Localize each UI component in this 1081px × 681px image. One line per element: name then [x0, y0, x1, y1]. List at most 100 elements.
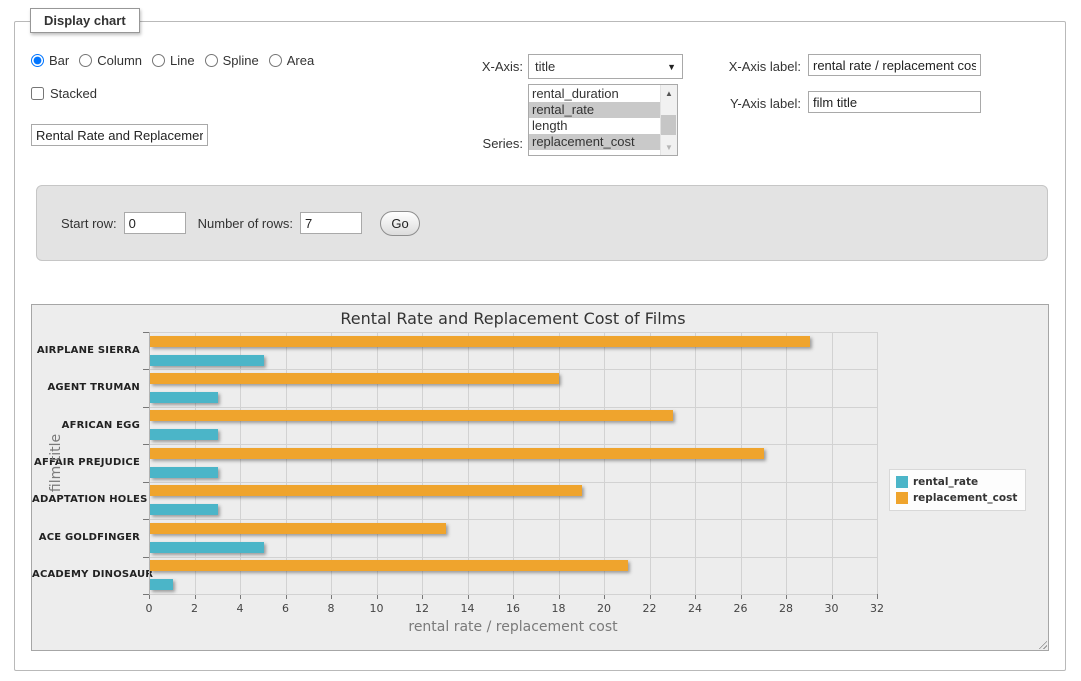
bar-replacement_cost[interactable]: [150, 410, 673, 421]
legend-item-replacement_cost[interactable]: replacement_cost: [896, 490, 1017, 506]
legend-swatch-icon: [896, 476, 908, 488]
y-axis-label-input[interactable]: [808, 91, 981, 113]
bar-replacement_cost[interactable]: [150, 373, 559, 384]
legend-item-rental_rate[interactable]: rental_rate: [896, 474, 1017, 490]
radio-item-bar: Bar: [31, 53, 69, 68]
series-option-rental_rate[interactable]: rental_rate: [529, 102, 660, 118]
x-tick-label: 20: [589, 602, 619, 615]
bar-rental_rate[interactable]: [150, 504, 218, 515]
gridline: [377, 332, 378, 594]
display-chart-fieldset: Display chart Bar Column Line Spline Are…: [14, 21, 1066, 671]
bar-rental_rate[interactable]: [150, 355, 264, 366]
chart-type-radio-area[interactable]: [269, 54, 282, 67]
x-tick-label: 2: [180, 602, 210, 615]
bar-replacement_cost[interactable]: [150, 448, 764, 459]
series-options: rental_durationrental_ratelengthreplacem…: [529, 85, 660, 155]
radio-item-area: Area: [269, 53, 314, 68]
x-tick-label: 26: [726, 602, 756, 615]
bar-replacement_cost[interactable]: [150, 560, 628, 571]
series-option-length[interactable]: length: [529, 118, 660, 134]
chart-type-radio-column[interactable]: [79, 54, 92, 67]
gridline: [695, 332, 696, 594]
num-rows-input[interactable]: [300, 212, 362, 234]
x-tick-label: 16: [498, 602, 528, 615]
bar-replacement_cost[interactable]: [150, 485, 582, 496]
gridline: [149, 519, 877, 520]
bar-rental_rate[interactable]: [150, 579, 173, 590]
radio-item-spline: Spline: [205, 53, 259, 68]
gridline: [149, 332, 877, 333]
legend-swatch-icon: [896, 492, 908, 504]
bar-rental_rate[interactable]: [150, 467, 218, 478]
legend-label: replacement_cost: [913, 492, 1017, 504]
x-tick-label: 6: [271, 602, 301, 615]
bar-rental_rate[interactable]: [150, 429, 218, 440]
gridline: [149, 369, 877, 370]
category-label: ACADEMY DINOSAUR: [32, 569, 140, 580]
gridline: [149, 482, 877, 483]
y-axis-line: [149, 332, 150, 595]
gridline: [422, 332, 423, 594]
x-axis-select-value: title: [535, 59, 667, 74]
chart-type-radio-bar[interactable]: [31, 54, 44, 67]
gridline: [559, 332, 560, 594]
gridline: [149, 444, 877, 445]
series-option-rental_duration[interactable]: rental_duration: [529, 86, 660, 102]
fieldset-legend: Display chart: [30, 8, 140, 33]
x-tick-label: 4: [225, 602, 255, 615]
category-label: AFRICAN EGG: [32, 420, 140, 431]
x-tick-label: 32: [862, 602, 892, 615]
gridline: [877, 332, 878, 594]
series-option-replacement_cost[interactable]: replacement_cost: [529, 134, 660, 150]
x-axis-select-label: X-Axis:: [415, 59, 523, 74]
start-row-label: Start row:: [61, 216, 117, 231]
gridline: [786, 332, 787, 594]
gridline: [650, 332, 651, 594]
gridline: [240, 332, 241, 594]
gridline: [149, 407, 877, 408]
go-button[interactable]: Go: [380, 211, 420, 236]
category-label: AIRPLANE SIERRA: [32, 345, 140, 356]
row-controls-panel: Start row: Number of rows: Go: [36, 185, 1048, 261]
gridline: [149, 557, 877, 558]
legend-label: rental_rate: [913, 476, 978, 488]
bar-replacement_cost[interactable]: [150, 336, 810, 347]
stacked-checkbox[interactable]: [31, 87, 44, 100]
gridline: [513, 332, 514, 594]
category-label: AGENT TRUMAN: [32, 382, 140, 393]
x-tick-label: 22: [635, 602, 665, 615]
bar-replacement_cost[interactable]: [150, 523, 446, 534]
gridline: [286, 332, 287, 594]
scrollbar-thumb[interactable]: [661, 115, 676, 135]
chart-type-radio-line[interactable]: [152, 54, 165, 67]
x-tick-label: 0: [134, 602, 164, 615]
gridline: [195, 332, 196, 594]
x-tick-label: 14: [453, 602, 483, 615]
chart-type-label-line: Line: [170, 53, 195, 68]
x-tick-label: 28: [771, 602, 801, 615]
category-label: ADAPTATION HOLES: [32, 494, 140, 505]
x-axis-title: rental rate / replacement cost: [149, 619, 877, 635]
scroll-down-icon[interactable]: ▼: [661, 139, 677, 155]
chart-type-radio-spline[interactable]: [205, 54, 218, 67]
bar-rental_rate[interactable]: [150, 392, 218, 403]
gridline: [331, 332, 332, 594]
bar-rental_rate[interactable]: [150, 542, 264, 553]
chart-type-radio-group: Bar Column Line Spline Area: [31, 53, 320, 68]
start-row-input[interactable]: [124, 212, 186, 234]
x-axis-label-caption: X-Axis label:: [655, 59, 801, 74]
chart-container: Rental Rate and Replacement Cost of Film…: [31, 304, 1049, 651]
radio-item-line: Line: [152, 53, 195, 68]
y-axis-label-caption: Y-Axis label:: [655, 96, 801, 111]
num-rows-label: Number of rows:: [198, 216, 293, 231]
chart-type-label-bar: Bar: [49, 53, 69, 68]
chart-type-label-area: Area: [287, 53, 314, 68]
x-axis-label-input[interactable]: [808, 54, 981, 76]
x-tick-mark: [877, 594, 878, 599]
x-tick-label: 30: [817, 602, 847, 615]
gridline: [604, 332, 605, 594]
gridline: [149, 594, 877, 595]
chart-title-input[interactable]: [31, 124, 208, 146]
series-listbox[interactable]: rental_durationrental_ratelengthreplacem…: [528, 84, 678, 156]
chart-legend: rental_rate replacement_cost: [889, 469, 1026, 511]
